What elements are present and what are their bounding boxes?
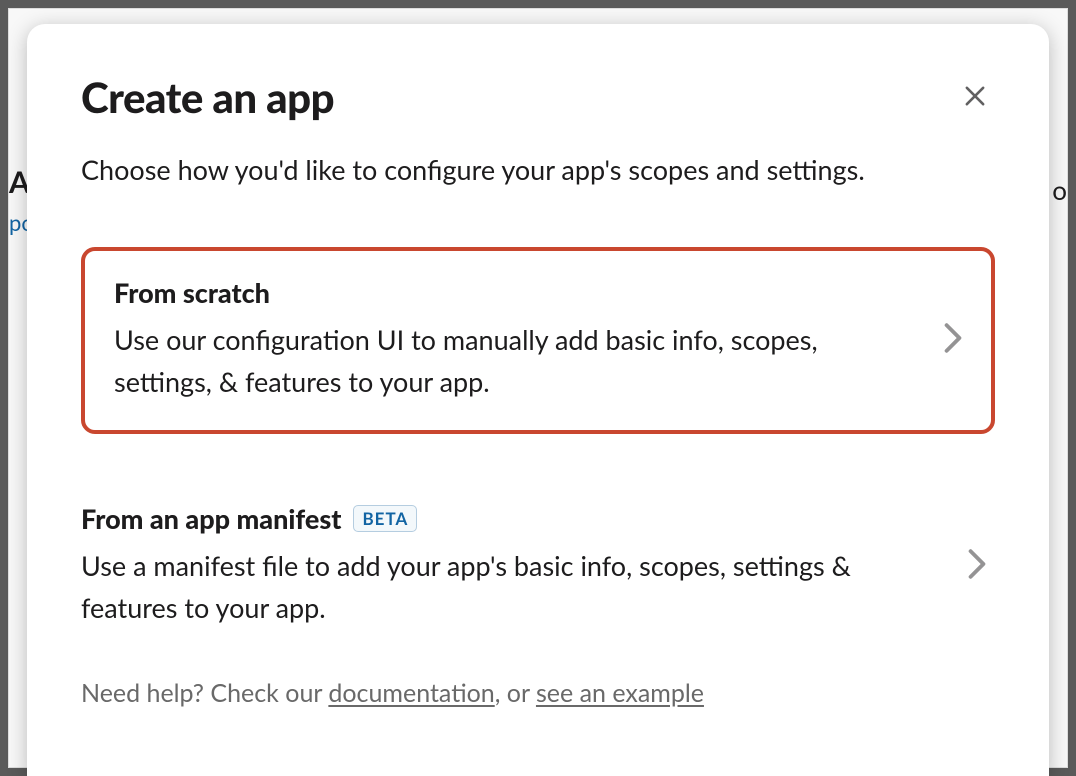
chevron-right-icon [943, 322, 963, 358]
help-text: Need help? Check our documentation, or s… [81, 675, 995, 713]
option-description: Use a manifest file to add your app's ba… [81, 545, 935, 629]
option-title-row: From scratch [114, 276, 914, 309]
close-icon [961, 98, 989, 113]
modal-title: Create an app [81, 72, 334, 122]
help-prefix: Need help? Check our [81, 678, 328, 708]
option-from-scratch[interactable]: From scratch Use our configuration UI to… [81, 247, 995, 434]
close-button[interactable] [955, 76, 995, 119]
option-from-manifest[interactable]: From an app manifest BETA Use a manifest… [81, 474, 995, 659]
option-description: Use our configuration UI to manually add… [114, 319, 914, 403]
help-middle: , or [495, 678, 536, 708]
documentation-link[interactable]: documentation [328, 678, 494, 708]
chevron-right-icon [967, 548, 987, 584]
modal-subtitle: Choose how you'd like to configure your … [81, 150, 995, 189]
option-title: From an app manifest [81, 502, 341, 535]
see-example-link[interactable]: see an example [536, 678, 704, 708]
option-title: From scratch [114, 276, 270, 309]
create-app-modal: Create an app Choose how you'd like to c… [27, 24, 1049, 776]
modal-header: Create an app [81, 72, 995, 122]
backdrop-text-fragment-right: o [1052, 174, 1067, 206]
beta-badge: BETA [353, 505, 417, 532]
option-title-row: From an app manifest BETA [81, 502, 935, 535]
